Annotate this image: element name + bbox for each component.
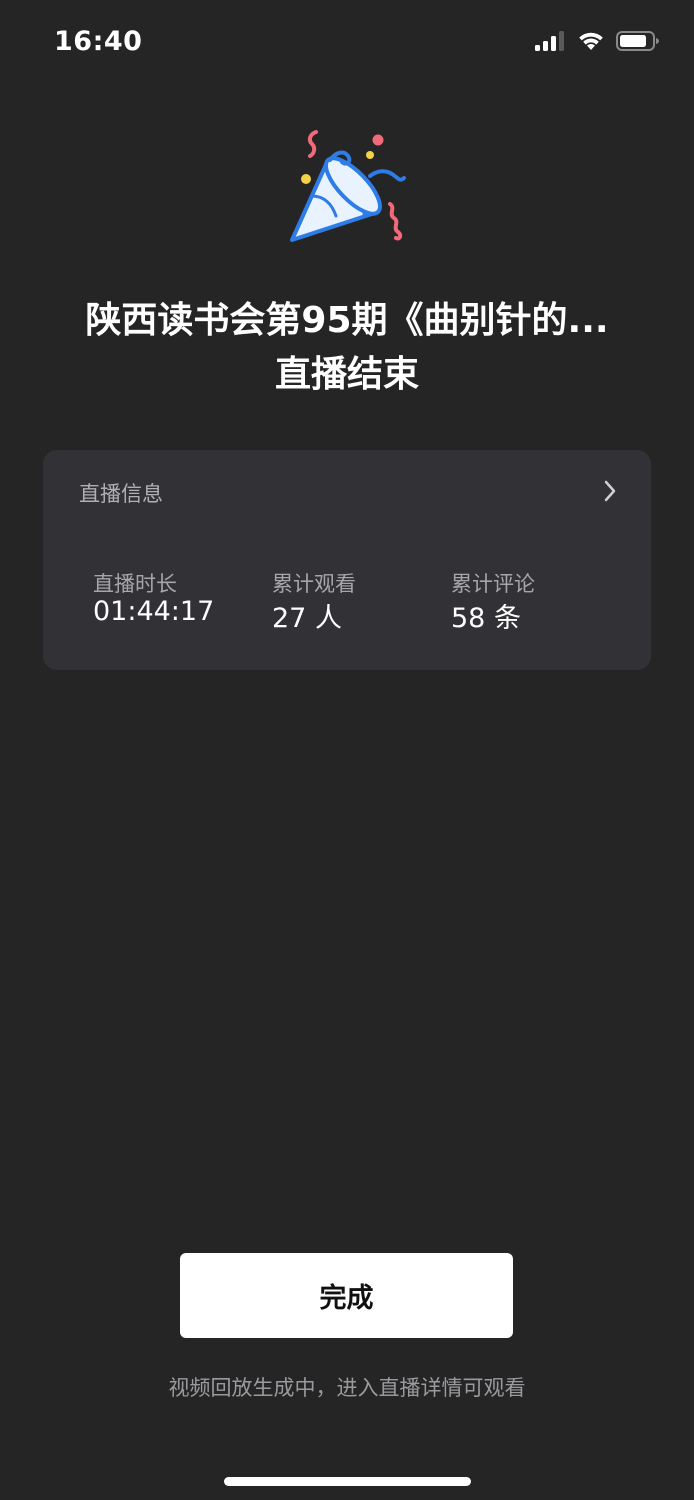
replay-notice: 视频回放生成中，进入直播详情可观看 xyxy=(168,1376,526,1400)
title-line-1: 陕西读书会第95期《曲别针的... xyxy=(85,300,609,341)
stat-value: 27 人 xyxy=(272,603,342,634)
home-indicator[interactable] xyxy=(224,1477,471,1486)
wifi-icon xyxy=(579,32,603,50)
page-title: 陕西读书会第95期《曲别针的... 直播结束 xyxy=(20,294,674,402)
chevron-right-icon xyxy=(604,480,616,502)
status-bar: 16:40 xyxy=(0,0,694,88)
party-popper-icon xyxy=(290,130,406,242)
live-info-card: 直播信息 xyxy=(43,450,651,670)
stat-label: 累计观看 xyxy=(272,572,356,596)
status-time: 16:40 xyxy=(54,26,143,57)
status-icons xyxy=(534,30,660,52)
live-info-label: 直播信息 xyxy=(79,482,163,506)
stat-label: 累计评论 xyxy=(451,572,535,596)
stat-label: 直播时长 xyxy=(93,572,177,596)
title-line-2: 直播结束 xyxy=(274,354,419,395)
stat-value: 01:44:17 xyxy=(93,596,215,627)
stat-value: 58 条 xyxy=(451,603,521,634)
cellular-signal-icon xyxy=(535,31,564,51)
done-button[interactable]: 完成 xyxy=(180,1253,513,1338)
live-info-header[interactable]: 直播信息 xyxy=(43,450,651,532)
battery-icon xyxy=(616,31,659,51)
